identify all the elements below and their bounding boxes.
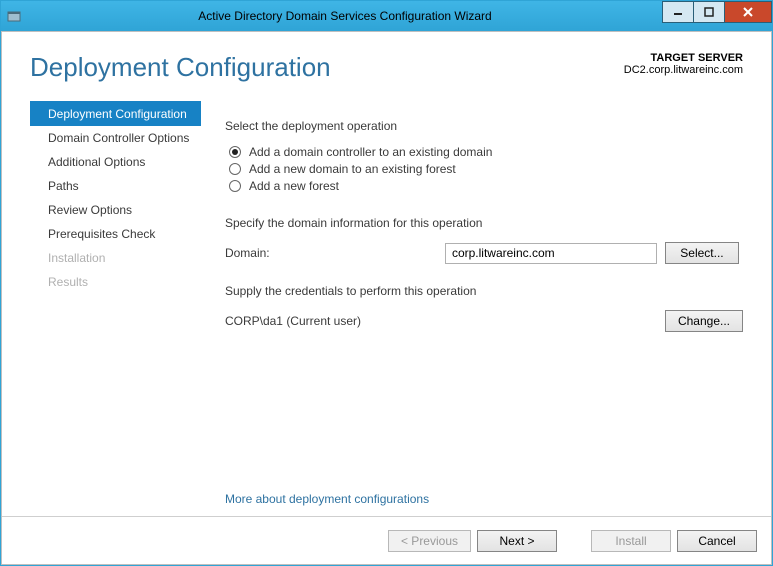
footer: < Previous Next > Install Cancel <box>2 516 771 564</box>
domain-label: Domain: <box>225 246 445 260</box>
radio-label: Add a new forest <box>249 179 339 193</box>
wizard-window: Active Directory Domain Services Configu… <box>0 0 773 566</box>
titlebar: Active Directory Domain Services Configu… <box>1 1 772 31</box>
nav-review-options[interactable]: Review Options <box>30 198 201 222</box>
specify-domain-label: Specify the domain information for this … <box>225 216 743 230</box>
radio-add-dc-existing-domain[interactable]: Add a domain controller to an existing d… <box>229 145 743 159</box>
next-button[interactable]: Next > <box>477 530 557 552</box>
nav-installation: Installation <box>30 246 201 270</box>
main-area: Deployment Configuration Domain Controll… <box>2 91 771 516</box>
domain-input[interactable] <box>445 243 657 264</box>
radio-icon <box>229 146 241 158</box>
sidebar: Deployment Configuration Domain Controll… <box>30 101 201 516</box>
page-title: Deployment Configuration <box>30 52 331 83</box>
maximize-button[interactable] <box>693 1 725 23</box>
credentials-row: CORP\da1 (Current user) Change... <box>225 310 743 332</box>
change-credentials-button[interactable]: Change... <box>665 310 743 332</box>
app-icon <box>1 1 27 31</box>
close-button[interactable] <box>724 1 772 23</box>
radio-new-domain-existing-forest[interactable]: Add a new domain to an existing forest <box>229 162 743 176</box>
window-controls <box>663 1 772 23</box>
radio-icon <box>229 163 241 175</box>
nav-deployment-configuration[interactable]: Deployment Configuration <box>30 101 201 126</box>
install-button: Install <box>591 530 671 552</box>
nav-additional-options[interactable]: Additional Options <box>30 150 201 174</box>
target-server-label: TARGET SERVER <box>624 52 743 64</box>
nav-prerequisites-check[interactable]: Prerequisites Check <box>30 222 201 246</box>
radio-new-forest[interactable]: Add a new forest <box>229 179 743 193</box>
content-area: Deployment Configuration TARGET SERVER D… <box>1 31 772 565</box>
credentials-section-label: Supply the credentials to perform this o… <box>225 284 743 298</box>
target-server-info: TARGET SERVER DC2.corp.litwareinc.com <box>624 52 743 76</box>
window-title: Active Directory Domain Services Configu… <box>27 9 663 23</box>
deployment-panel: Select the deployment operation Add a do… <box>201 101 743 516</box>
select-domain-button[interactable]: Select... <box>665 242 739 264</box>
header-row: Deployment Configuration TARGET SERVER D… <box>2 32 771 91</box>
select-operation-label: Select the deployment operation <box>225 119 743 133</box>
nav-results: Results <box>30 270 201 294</box>
nav-paths[interactable]: Paths <box>30 174 201 198</box>
target-server-value: DC2.corp.litwareinc.com <box>624 64 743 76</box>
credentials-value: CORP\da1 (Current user) <box>225 314 657 328</box>
radio-icon <box>229 180 241 192</box>
nav-domain-controller-options[interactable]: Domain Controller Options <box>30 126 201 150</box>
more-about-link[interactable]: More about deployment configurations <box>225 492 429 506</box>
previous-button: < Previous <box>388 530 471 552</box>
cancel-button[interactable]: Cancel <box>677 530 757 552</box>
minimize-button[interactable] <box>662 1 694 23</box>
radio-label: Add a domain controller to an existing d… <box>249 145 492 159</box>
domain-row: Domain: Select... <box>225 242 743 264</box>
radio-label: Add a new domain to an existing forest <box>249 162 456 176</box>
